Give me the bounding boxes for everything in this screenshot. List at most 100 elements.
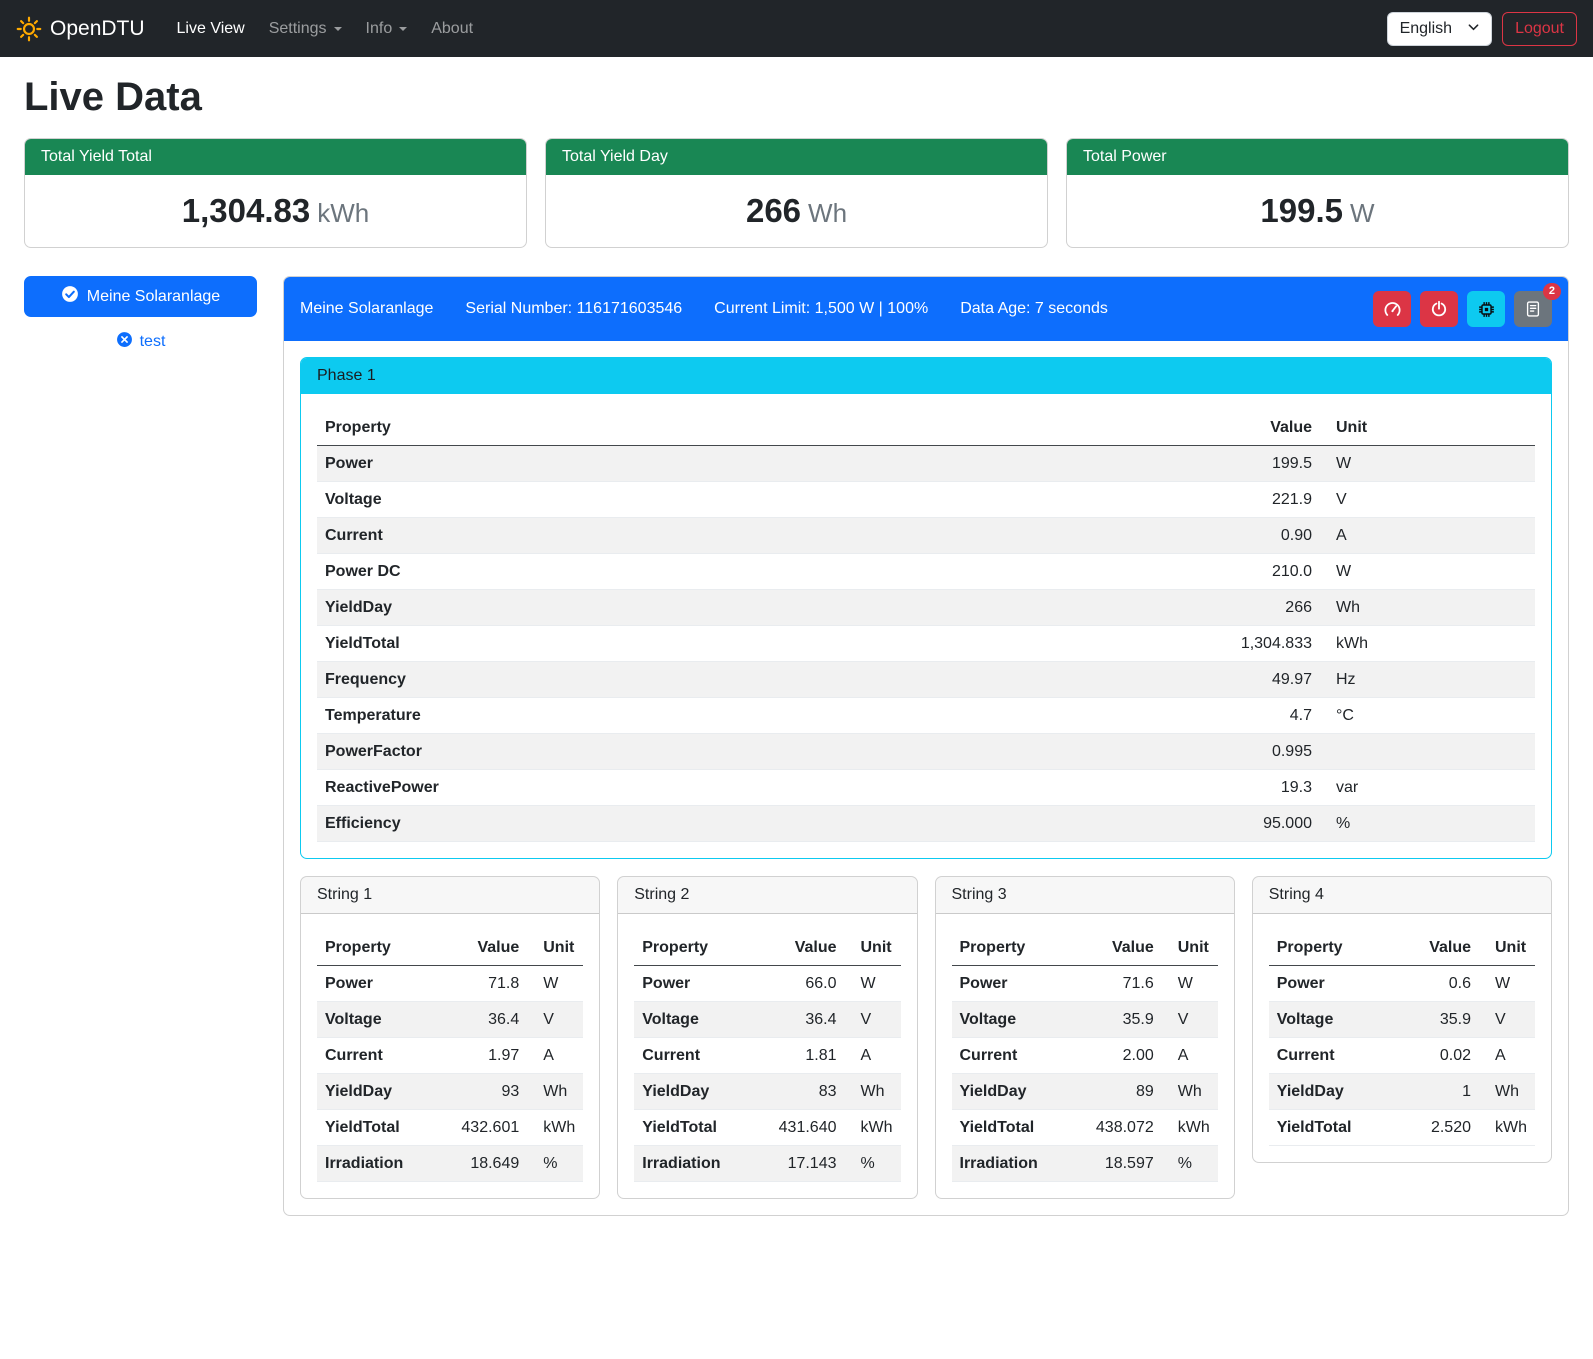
row-property: Current: [634, 1038, 756, 1074]
table-row: YieldTotal 432.601 kWh: [317, 1110, 583, 1146]
row-property: Power: [1269, 966, 1391, 1002]
inverter-sidebar: Meine Solaranlage test: [24, 276, 257, 354]
table-header-row: Property Value Unit: [317, 930, 583, 966]
string-table-body: Power 71.8 W Voltage 36.4 V Current: [317, 966, 583, 1182]
logout-button[interactable]: Logout: [1502, 12, 1577, 46]
row-value: 2.00: [1074, 1038, 1162, 1074]
row-property: Voltage: [317, 482, 1225, 518]
power-control-button[interactable]: [1420, 291, 1458, 327]
summary-card-body: 1,304.83kWh: [25, 175, 526, 247]
row-property: Current: [317, 1038, 439, 1074]
summary-card-body: 199.5W: [1067, 175, 1568, 247]
column-header-unit: Unit: [527, 930, 583, 966]
nav-about[interactable]: About: [423, 12, 481, 46]
column-header-value: Value: [439, 930, 527, 966]
string-table-body: Power 71.6 W Voltage 35.9 V Current: [952, 966, 1218, 1182]
row-property: Power: [634, 966, 756, 1002]
string-title: String 2: [618, 877, 916, 914]
column-header-unit: Unit: [845, 930, 901, 966]
content-row: Meine Solaranlage test Meine Solaranlage…: [0, 248, 1593, 1244]
table-header-row: Property Value Unit: [952, 930, 1218, 966]
table-row: Temperature 4.7 °C: [317, 698, 1535, 734]
table-row: Voltage 35.9 V: [952, 1002, 1218, 1038]
row-property: Irradiation: [952, 1146, 1074, 1182]
row-property: Current: [952, 1038, 1074, 1074]
string-card: String 2 Property Value Unit: [617, 876, 917, 1199]
table-row: Power 71.8 W: [317, 966, 583, 1002]
inverter-name: Meine Solaranlage: [300, 300, 433, 318]
table-row: Current 2.00 A: [952, 1038, 1218, 1074]
table-row: YieldTotal 1,304.833 kWh: [317, 626, 1535, 662]
event-log-button[interactable]: 2: [1514, 291, 1552, 327]
row-value: 432.601: [439, 1110, 527, 1146]
column-header-unit: Unit: [1479, 930, 1535, 966]
row-value: 36.4: [439, 1002, 527, 1038]
top-navbar: OpenDTU Live View Settings Info About En…: [0, 0, 1593, 57]
row-property: YieldTotal: [317, 1110, 439, 1146]
row-value: 18.649: [439, 1146, 527, 1182]
row-property: Current: [317, 518, 1225, 554]
row-property: YieldDay: [1269, 1074, 1391, 1110]
row-property: Voltage: [634, 1002, 756, 1038]
string-card-body: Property Value Unit Power 71.8: [301, 914, 599, 1198]
row-value: 1.97: [439, 1038, 527, 1074]
row-property: Power: [317, 446, 1225, 482]
column-header-property: Property: [317, 930, 439, 966]
summary-card-title: Total Power: [1067, 139, 1568, 175]
row-value: 66.0: [757, 966, 845, 1002]
chevron-down-icon: [1468, 20, 1479, 38]
journal-icon: [1524, 300, 1542, 318]
row-unit: Hz: [1320, 662, 1535, 698]
sun-logo-icon: [16, 16, 42, 42]
table-row: YieldTotal 438.072 kWh: [952, 1110, 1218, 1146]
row-value: 4.7: [1225, 698, 1320, 734]
nav-settings[interactable]: Settings: [261, 12, 350, 46]
table-row: Current 0.02 A: [1269, 1038, 1535, 1074]
table-row: YieldDay 266 Wh: [317, 590, 1535, 626]
string-card-body: Property Value Unit Power 66.0: [618, 914, 916, 1198]
row-unit: Wh: [527, 1074, 583, 1110]
nav-info[interactable]: Info: [358, 12, 416, 46]
table-row: Power 71.6 W: [952, 966, 1218, 1002]
string-card-body: Property Value Unit Power 0.6: [1253, 914, 1551, 1162]
page-title: Live Data: [0, 75, 1593, 120]
check-circle-icon: [61, 285, 79, 308]
row-value: 210.0: [1225, 554, 1320, 590]
row-value: 18.597: [1074, 1146, 1162, 1182]
row-unit: V: [527, 1002, 583, 1038]
inverter-select-button-test[interactable]: test: [110, 330, 172, 354]
row-property: YieldDay: [317, 590, 1225, 626]
row-unit: W: [1479, 966, 1535, 1002]
column-header-unit: Unit: [1320, 410, 1535, 446]
summary-card: Total Yield Total 1,304.83kWh: [24, 138, 527, 248]
nav-about-label: About: [431, 20, 473, 38]
language-select[interactable]: English: [1387, 12, 1492, 46]
string-table-head: Property Value Unit: [952, 930, 1218, 966]
row-property: PowerFactor: [317, 734, 1225, 770]
caret-down-icon: [399, 27, 407, 31]
summary-card-title: Total Yield Day: [546, 139, 1047, 175]
nav-live-view[interactable]: Live View: [169, 12, 253, 46]
string-card-body: Property Value Unit Power 71.6: [936, 914, 1234, 1198]
summary-card-body: 266Wh: [546, 175, 1047, 247]
row-value: 199.5: [1225, 446, 1320, 482]
table-row: Voltage 36.4 V: [634, 1002, 900, 1038]
row-unit: kWh: [1479, 1110, 1535, 1146]
column-header-value: Value: [757, 930, 845, 966]
column-header-property: Property: [317, 410, 1225, 446]
summary-value: 199.5: [1260, 192, 1343, 229]
device-info-button[interactable]: [1467, 291, 1505, 327]
row-unit: kWh: [527, 1110, 583, 1146]
row-unit: [1320, 734, 1535, 770]
summary-unit: W: [1350, 198, 1375, 228]
inverter-select-button-active[interactable]: Meine Solaranlage: [24, 276, 257, 317]
row-value: 19.3: [1225, 770, 1320, 806]
brand-link[interactable]: OpenDTU: [16, 16, 145, 42]
page: OpenDTU Live View Settings Info About En…: [0, 0, 1593, 1359]
language-select-value: English: [1400, 20, 1452, 38]
summary-card: Total Power 199.5W: [1066, 138, 1569, 248]
limit-settings-button[interactable]: [1373, 291, 1411, 327]
power-icon: [1430, 300, 1448, 318]
string-table: Property Value Unit Power 0.6: [1269, 930, 1535, 1146]
row-value: 1: [1391, 1074, 1479, 1110]
